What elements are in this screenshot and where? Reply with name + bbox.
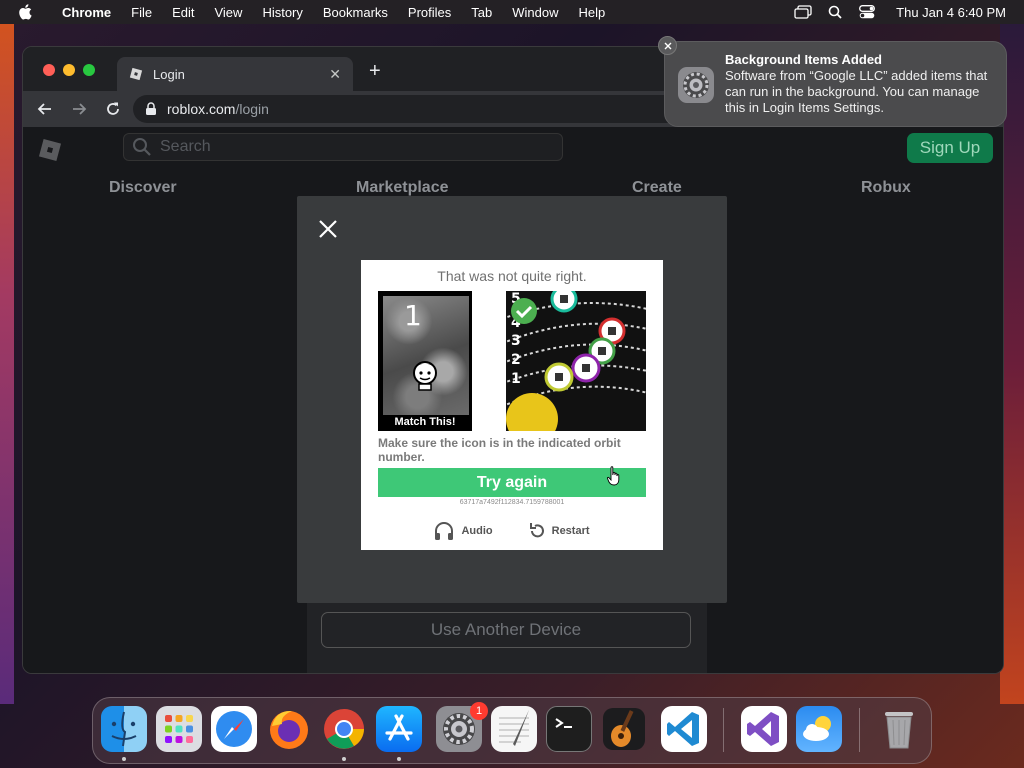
dock-running-indicator <box>342 757 346 761</box>
menu-edit[interactable]: Edit <box>162 5 204 20</box>
apple-menu-icon[interactable] <box>18 4 38 20</box>
search-placeholder: Search <box>160 138 211 155</box>
captcha-modal: That was not quite right. 1 Match This! <box>297 196 727 603</box>
dock-vscode-icon[interactable] <box>661 706 707 752</box>
avatar-head-icon <box>413 361 437 391</box>
menu-view[interactable]: View <box>204 5 252 20</box>
dock-textedit-icon[interactable] <box>491 706 537 752</box>
notification-badge: 1 <box>470 702 488 720</box>
tab-close-button[interactable]: ✕ <box>329 66 341 83</box>
dock-garageband-icon[interactable] <box>601 706 647 752</box>
check-icon <box>511 298 537 324</box>
zoom-window-button[interactable] <box>83 64 95 76</box>
control-center-icon[interactable] <box>858 5 876 19</box>
captcha-title: That was not quite right. <box>437 268 587 284</box>
url-path: /login <box>235 101 269 117</box>
dock-system-settings-icon[interactable]: 1 <box>436 702 488 752</box>
dock-separator <box>859 708 860 752</box>
forward-arrow-icon[interactable] <box>65 95 93 123</box>
dock-running-indicator <box>122 757 126 761</box>
captcha-challenge: That was not quite right. 1 Match This! <box>361 260 663 550</box>
try-again-button[interactable]: Try again <box>378 468 646 497</box>
captcha-session-id: 63717a7492f112834.7159788001 <box>459 499 565 506</box>
use-another-device-button[interactable]: Use Another Device <box>321 612 691 648</box>
notification-body: Software from “Google LLC” added items t… <box>725 68 988 115</box>
headphones-icon <box>435 522 454 540</box>
wallpaper-left <box>0 24 14 704</box>
dock-separator <box>723 708 724 752</box>
dock: 1 <box>92 697 932 764</box>
restart-label: Restart <box>551 525 590 537</box>
nav-create[interactable]: Create <box>632 179 682 197</box>
menu-bookmarks[interactable]: Bookmarks <box>313 5 398 20</box>
window-controls <box>43 64 95 76</box>
menu-tab[interactable]: Tab <box>461 5 502 20</box>
spotlight-search-icon[interactable] <box>826 5 844 19</box>
notification-banner[interactable]: Background Items Added Software from “Go… <box>664 41 1007 127</box>
reload-icon[interactable] <box>99 95 127 123</box>
captcha-reference-card: 1 Match This! <box>378 291 472 431</box>
captcha-hint: Make sure the icon is in the indicated o… <box>378 436 621 464</box>
menu-history[interactable]: History <box>252 5 312 20</box>
tab-login[interactable]: Login ✕ <box>117 57 353 91</box>
audio-button[interactable]: Audio <box>434 522 493 540</box>
dock-terminal-icon[interactable] <box>546 706 592 752</box>
hand-pointer-icon <box>607 466 620 486</box>
orbit-label-3: 3 <box>511 333 521 349</box>
close-icon[interactable] <box>315 216 341 242</box>
restart-icon <box>529 523 544 538</box>
audio-label: Audio <box>461 525 493 537</box>
dock-chrome-icon[interactable] <box>321 706 367 752</box>
menu-app-name[interactable]: Chrome <box>52 5 121 20</box>
dock-weather-icon[interactable] <box>796 706 842 752</box>
dock-running-indicator <box>397 757 401 761</box>
captcha-footer: Audio Restart <box>361 522 663 540</box>
tab-title: Login <box>153 66 185 82</box>
menu-bar: Chrome File Edit View History Bookmarks … <box>0 0 1024 24</box>
menu-file[interactable]: File <box>121 5 162 20</box>
site-info-icon[interactable] <box>145 102 157 116</box>
close-icon <box>664 42 671 49</box>
nav-robux[interactable]: Robux <box>861 179 911 197</box>
dock-app-store-icon[interactable] <box>376 706 422 752</box>
close-window-button[interactable] <box>43 64 55 76</box>
dock-launchpad-icon[interactable] <box>156 706 202 752</box>
match-this-caption: Match This! <box>380 415 470 429</box>
restart-button[interactable]: Restart <box>529 522 590 540</box>
address-bar[interactable]: roblox.com/login <box>133 95 693 123</box>
dock-finder-icon[interactable] <box>101 706 147 752</box>
dock-firefox-icon[interactable] <box>266 706 312 752</box>
nav-marketplace[interactable]: Marketplace <box>356 179 449 197</box>
system-settings-icon <box>678 67 714 103</box>
reference-orbit-number: 1 <box>404 299 422 332</box>
sign-up-button[interactable]: Sign Up <box>907 133 993 163</box>
notification-close-button[interactable] <box>658 36 677 55</box>
dock-safari-icon[interactable] <box>211 706 257 752</box>
menu-help[interactable]: Help <box>569 5 616 20</box>
back-arrow-icon[interactable] <box>31 95 59 123</box>
roblox-logo-icon[interactable] <box>37 137 63 163</box>
menu-bar-clock[interactable]: Thu Jan 4 6:40 PM <box>896 5 1006 20</box>
notification-title: Background Items Added <box>725 52 882 67</box>
screen-mirroring-icon[interactable] <box>794 5 812 19</box>
dock-trash-icon[interactable] <box>876 706 922 752</box>
new-tab-button[interactable]: + <box>369 60 381 83</box>
search-icon <box>133 138 151 156</box>
menu-window[interactable]: Window <box>502 5 568 20</box>
url-host: roblox.com <box>167 101 236 117</box>
orbit-label-1: 1 <box>511 371 521 387</box>
orbit-puzzle-image[interactable]: 5 4 3 2 1 <box>506 291 646 431</box>
dock-visual-studio-icon[interactable] <box>741 706 787 752</box>
minimize-window-button[interactable] <box>63 64 75 76</box>
menu-profiles[interactable]: Profiles <box>398 5 461 20</box>
roblox-favicon-icon <box>129 67 143 81</box>
orbit-label-2: 2 <box>511 352 521 368</box>
search-input[interactable]: Search <box>123 133 563 161</box>
nav-discover[interactable]: Discover <box>109 179 177 197</box>
